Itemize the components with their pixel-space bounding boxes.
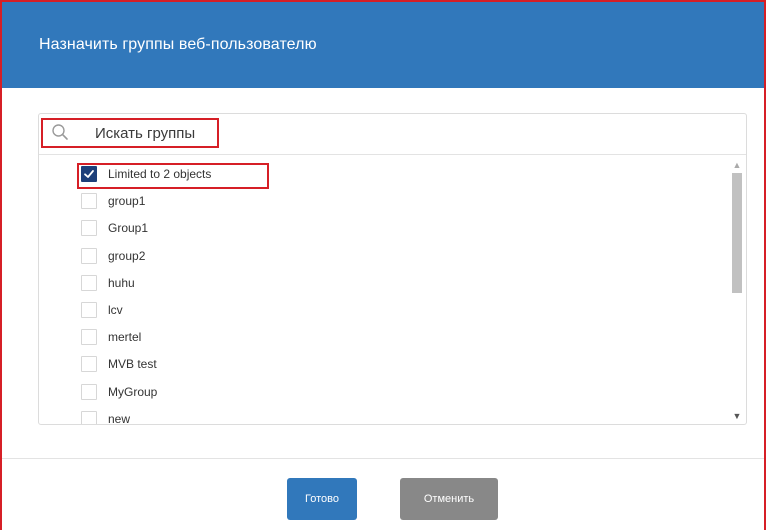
group-checkbox[interactable] bbox=[81, 247, 97, 264]
footer-divider bbox=[2, 458, 764, 459]
chevron-up-icon[interactable]: ▲ bbox=[732, 160, 742, 170]
group-label: huhu bbox=[108, 275, 135, 290]
group-label: new bbox=[108, 411, 131, 424]
group-selector: Limited to 2 objectsgroup1Group1group2hu… bbox=[38, 113, 747, 425]
scrollbar-thumb[interactable] bbox=[732, 173, 742, 293]
group-checkbox[interactable] bbox=[81, 356, 97, 373]
group-checkbox[interactable] bbox=[81, 302, 97, 318]
done-button[interactable]: Готово bbox=[287, 478, 357, 520]
search-row bbox=[39, 114, 746, 155]
group-checkbox[interactable] bbox=[81, 383, 97, 400]
group-list: Limited to 2 objects group1 Group1 group2 hu… bbox=[39, 156, 729, 424]
chevron-down-icon[interactable]: ▼ bbox=[732, 411, 742, 421]
dialog-header: Назначить группы веб-пользователю bbox=[0, 0, 766, 88]
group-checkbox[interactable] bbox=[81, 274, 97, 291]
group-label: Group1 bbox=[108, 221, 149, 236]
assign-groups-dialog: Назначить группы веб-пользователю Limite… bbox=[0, 0, 766, 530]
group-label: mertel bbox=[108, 330, 142, 345]
group-checkbox[interactable] bbox=[81, 193, 97, 210]
search-input[interactable] bbox=[95, 122, 215, 144]
selected-item-highlight bbox=[77, 163, 269, 189]
group-label: group2 bbox=[108, 248, 146, 263]
group-label: lcv bbox=[108, 303, 123, 317]
highlight-frame-left bbox=[0, 88, 2, 530]
group-label: MyGroup bbox=[108, 384, 158, 399]
group-checkbox[interactable] bbox=[81, 410, 97, 424]
group-label: group1 bbox=[108, 194, 146, 209]
group-label: MVB test bbox=[108, 357, 157, 372]
group-checkbox[interactable] bbox=[81, 220, 97, 237]
list-scrollbar[interactable]: ▲ ▼ bbox=[729, 156, 746, 424]
group-checkbox[interactable] bbox=[81, 329, 97, 346]
search-icon bbox=[51, 123, 69, 141]
dialog-title: Назначить группы веб-пользователю bbox=[39, 36, 317, 53]
cancel-button[interactable]: Отменить bbox=[400, 478, 498, 520]
